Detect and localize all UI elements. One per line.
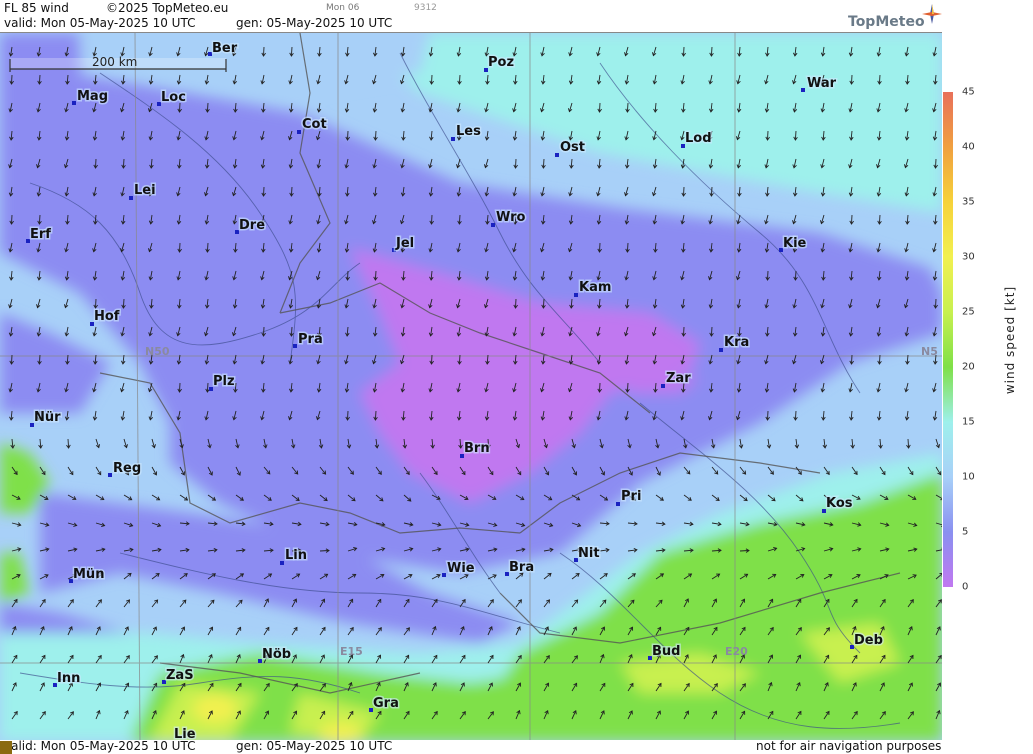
city-deb[interactable]: Deb (853, 632, 885, 650)
copyright: ©2025 TopMeteo.eu (106, 1, 229, 15)
city-plz[interactable]: Plz (212, 373, 237, 391)
corner-marker (0, 741, 12, 754)
city-dre[interactable]: Dre (238, 217, 267, 235)
colorbar-tick-label: 20 (962, 361, 975, 373)
grid-label-n5: N5 (921, 345, 938, 358)
colorbar-tick-label: 0 (962, 581, 969, 593)
city-lei[interactable]: Lei (133, 182, 158, 200)
city-kos[interactable]: Kos (825, 495, 855, 513)
city-inn[interactable]: Inn (56, 670, 82, 688)
city-nit[interactable]: Nit (577, 545, 602, 563)
logo-text: TopMeteo (848, 14, 925, 30)
city-les[interactable]: Les (455, 123, 483, 141)
city-nob[interactable]: Nöb (261, 646, 293, 664)
city-poz[interactable]: Poz (487, 54, 516, 72)
wind-map[interactable]: N50 N5 E15 E20 200 km Ber Poz War Mag Lo… (0, 32, 942, 742)
city-nur[interactable]: Nür (33, 409, 63, 427)
topmeteo-logo: TopMeteo (848, 4, 942, 32)
colorbar-tick-label: 15 (962, 416, 975, 428)
valid-time: valid: Mon 05-May-2025 10 UTC (4, 16, 196, 30)
city-bud[interactable]: Bud (651, 643, 682, 661)
code-label: 9312 (414, 3, 437, 13)
city-lin[interactable]: Lin (284, 547, 309, 565)
city-kam[interactable]: Kam (578, 279, 613, 297)
city-kra[interactable]: Kra (723, 334, 751, 352)
city-loc[interactable]: Loc (160, 89, 188, 107)
city-mag[interactable]: Mag (76, 88, 110, 106)
city-pri[interactable]: Pri (620, 488, 643, 506)
city-cot[interactable]: Cot (301, 116, 329, 134)
colorbar-tick-label: 40 (962, 141, 975, 153)
city-lod[interactable]: Lod (684, 130, 714, 148)
city-reg[interactable]: Reg (112, 460, 143, 478)
city-mun[interactable]: Mün (72, 566, 106, 584)
city-wie[interactable]: Wie (446, 560, 477, 578)
colorbar-tick-label: 10 (962, 471, 975, 483)
city-gra[interactable]: Gra (372, 695, 401, 713)
city-zas[interactable]: ZaS (165, 667, 196, 685)
city-ber[interactable]: Ber (211, 40, 240, 58)
colorbar-tick-label: 5 (962, 526, 969, 538)
city-erf[interactable]: Erf (29, 226, 53, 244)
gen-time: gen: 05-May-2025 10 UTC (236, 16, 393, 30)
colorbar-title: wind speed [kt] (1003, 285, 1017, 395)
footer-valid-time: valid: Mon 05-May-2025 10 UTC (4, 739, 196, 753)
city-jel[interactable]: Jel (394, 235, 416, 253)
compass-icon (922, 4, 942, 24)
city-zar[interactable]: Zar (665, 370, 693, 388)
city-ost[interactable]: Ost (559, 139, 587, 157)
colorbar-tick-label: 35 (962, 196, 975, 208)
colorbar-tick-label: 45 (962, 86, 975, 98)
city-kie[interactable]: Kie (782, 235, 809, 253)
city-brn[interactable]: Brn (463, 440, 492, 458)
product-title: FL 85 wind (4, 1, 69, 15)
scale-bar-label: 200 km (92, 55, 137, 69)
colorbar-tick-label: 25 (962, 306, 975, 318)
footer: valid: Mon 05-May-2025 10 UTC gen: 05-Ma… (0, 739, 943, 754)
grid-label-n50: N50 (145, 345, 170, 358)
colorbar-tick-label: 30 (962, 251, 975, 263)
city-hof[interactable]: Hof (93, 308, 122, 326)
day-label: Mon 06 (326, 3, 360, 13)
city-bra[interactable]: Bra (508, 559, 536, 577)
footer-disclaimer: not for air navigation purposes (756, 739, 942, 753)
city-wro[interactable]: Wro (495, 209, 528, 227)
city-pra[interactable]: Pra (297, 331, 325, 349)
footer-gen-time: gen: 05-May-2025 10 UTC (236, 739, 393, 753)
wind-speed-colorbar (943, 92, 953, 587)
city-war[interactable]: War (806, 75, 839, 93)
